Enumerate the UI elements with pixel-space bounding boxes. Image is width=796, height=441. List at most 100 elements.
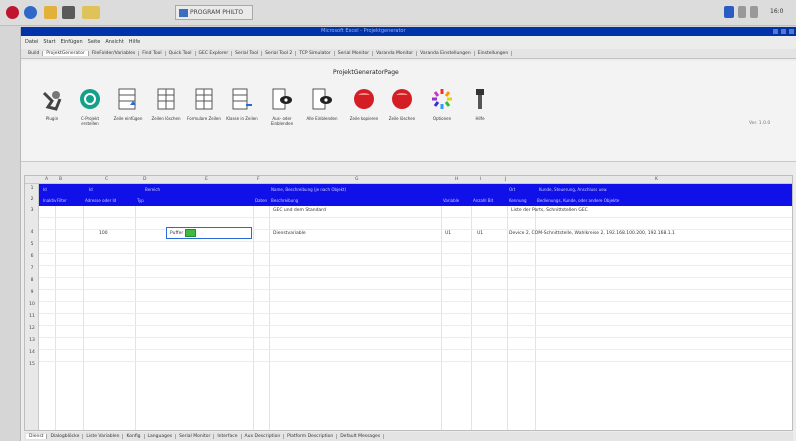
optionen-button[interactable]: Optionen xyxy=(425,87,459,135)
plugin-button[interactable]: Plugin xyxy=(35,87,69,135)
browser-icon[interactable] xyxy=(24,6,37,19)
column-letter[interactable]: F xyxy=(257,177,260,182)
column-letter[interactable]: K xyxy=(655,177,658,182)
sheet-tab-platform-description[interactable]: Platform Description xyxy=(284,434,338,439)
sheet-tab-interface[interactable]: Interface xyxy=(214,434,242,439)
spreadsheet-grid[interactable]: A B C D E F G H I J K 1 2 3 4 5 6 7 8 9 … xyxy=(24,175,793,431)
volume-icon[interactable] xyxy=(750,6,758,18)
menu-datei[interactable]: Datei xyxy=(25,39,38,45)
tab-projektgenerator[interactable]: ProjektGenerator xyxy=(43,51,89,56)
header-cell[interactable]: Bedienungs, Kunde, oder andere Objekte xyxy=(537,198,619,203)
aus-einblenden-button[interactable]: Aus- oder Einblenden xyxy=(265,87,299,135)
klasse-in-zeilen-button[interactable]: Klasse in Zeilen xyxy=(225,87,259,135)
tab-tcp-simulator[interactable]: TCP Simulator xyxy=(296,51,335,56)
cell-kennung[interactable]: Liste der Ports, Schnittstellen GEC xyxy=(511,208,588,213)
row-number[interactable]: 6 xyxy=(25,254,39,259)
sheet-tab-dialogbloecke[interactable]: Dialogblöcke xyxy=(47,434,84,439)
cell-beschreibung[interactable]: GEC und dem Standard xyxy=(273,208,326,213)
header-cell[interactable]: Kennung xyxy=(509,198,527,203)
active-cell-typ[interactable]: Puffer xyxy=(166,227,252,239)
sheet-tab-konfig[interactable]: Konfig xyxy=(123,434,145,439)
bluetooth-icon[interactable] xyxy=(724,6,734,18)
header-cell[interactable]: Anzahl Bit xyxy=(473,198,493,203)
terminal-icon[interactable] xyxy=(62,6,75,19)
header-cell[interactable]: Variable xyxy=(443,198,459,203)
header-cell[interactable]: Kunde, Steuerung, Anschluss usw. xyxy=(539,187,607,192)
row-number[interactable]: 8 xyxy=(25,278,39,283)
menu-ansicht[interactable]: Ansicht xyxy=(105,39,123,45)
cell-beschreibung[interactable]: Dienstvariable xyxy=(273,231,306,236)
sheet-tab-serial-monitor[interactable]: Serial Monitor xyxy=(176,434,215,439)
header-cell[interactable]: Adresse oder Id xyxy=(85,198,116,203)
cell-kennung[interactable]: Device 2, COM-Schnittstelle, Wahlkreise … xyxy=(509,231,675,236)
tab-build[interactable]: Build xyxy=(25,51,44,56)
c-projekt-erstellen-button[interactable]: C-Projekt erstellen xyxy=(73,87,107,135)
sheet-tab-liste-variablen[interactable]: Liste Variablen xyxy=(83,434,124,439)
sheet-tab-default-messages[interactable]: Default Messages xyxy=(337,434,385,439)
row-number[interactable]: 15 xyxy=(25,362,39,367)
formulare-zeilen-button[interactable]: Formulare Zeilen xyxy=(187,87,221,135)
tab-serial-tool[interactable]: Serial Tool xyxy=(232,51,263,56)
taskbar-window-button[interactable]: PROGRAM PHILTO xyxy=(175,5,253,20)
row-number[interactable]: 2 xyxy=(25,197,39,202)
column-letter[interactable]: I xyxy=(480,177,481,182)
maximize-button[interactable] xyxy=(781,29,786,34)
row-number[interactable]: 4 xyxy=(25,230,39,235)
header-cell[interactable]: Bereich xyxy=(145,187,160,192)
row-number[interactable]: 11 xyxy=(25,314,39,319)
header-cell[interactable]: Id xyxy=(43,187,47,192)
column-letter[interactable]: G xyxy=(355,177,359,182)
row-number[interactable]: 3 xyxy=(25,208,39,213)
header-cell[interactable]: Ort xyxy=(509,187,515,192)
cell-adresse[interactable]: 100 xyxy=(99,231,108,236)
header-cell[interactable]: Inaktiv xyxy=(43,198,57,203)
zeile-kopieren-button[interactable]: Zeile kopieren xyxy=(347,87,381,135)
header-cell[interactable]: Typ xyxy=(137,198,144,203)
zeile-einfuegen-button[interactable]: Zeile einfügen xyxy=(111,87,145,135)
tab-serial-tool-2[interactable]: Serial Tool 2 xyxy=(262,51,297,56)
file-manager-icon[interactable] xyxy=(44,6,57,19)
header-cell[interactable]: Id xyxy=(89,187,93,192)
sheet-tab-dienst[interactable]: Dienst xyxy=(26,434,48,439)
network-icon[interactable] xyxy=(738,6,746,18)
tab-einstellungen[interactable]: Einstellungen xyxy=(475,51,513,56)
row-number[interactable]: 10 xyxy=(25,302,39,307)
column-letter[interactable]: A xyxy=(45,177,48,182)
minimize-button[interactable] xyxy=(773,29,778,34)
zeilen-loeschen-button[interactable]: Zeilen löschen xyxy=(149,87,183,135)
row-number[interactable]: 14 xyxy=(25,350,39,355)
column-letter[interactable]: J xyxy=(505,177,506,182)
tab-filefolder[interactable]: FileFolder/Variables xyxy=(89,51,140,56)
column-letter[interactable]: C xyxy=(105,177,108,182)
tab-quick-tool[interactable]: Quick Tool xyxy=(166,51,196,56)
tab-find-tool[interactable]: Find Tool xyxy=(139,51,166,56)
menu-hilfe[interactable]: Hilfe xyxy=(129,39,140,45)
tab-varanda-einstellungen[interactable]: Varanda Einstellungen xyxy=(417,51,475,56)
header-cell[interactable]: Daten xyxy=(255,198,267,203)
column-letter[interactable]: E xyxy=(205,177,208,182)
cell-variable[interactable]: U1 xyxy=(445,231,451,236)
sheet-tab-aux-description[interactable]: Aux Description xyxy=(242,434,285,439)
menu-einfuegen[interactable]: Einfügen xyxy=(61,39,83,45)
row-number[interactable]: 7 xyxy=(25,266,39,271)
header-cell[interactable]: Name, Beschreibung (je nach Objekt) xyxy=(271,187,346,192)
row-number[interactable]: 1 xyxy=(25,186,39,191)
row-number[interactable]: 5 xyxy=(25,242,39,247)
header-cell[interactable]: Beschreibung xyxy=(271,198,298,203)
zeile-loeschen-button[interactable]: Zeile löschen xyxy=(385,87,419,135)
column-letter[interactable]: H xyxy=(455,177,458,182)
row-number[interactable]: 13 xyxy=(25,338,39,343)
alle-einblenden-button[interactable]: Alle Einblenden xyxy=(305,87,339,135)
hilfe-button[interactable]: Hilfe xyxy=(463,87,497,135)
cell-bits[interactable]: U1 xyxy=(477,231,483,236)
folder-icon[interactable] xyxy=(82,6,100,19)
row-number[interactable]: 12 xyxy=(25,326,39,331)
tab-varanda-monitor[interactable]: Varanda Monitor xyxy=(373,51,418,56)
header-cell[interactable]: Filter xyxy=(57,198,67,203)
sheet-tab-languages[interactable]: Languages xyxy=(145,434,177,439)
tab-gec-explorer[interactable]: GEC Explorer xyxy=(196,51,233,56)
close-button[interactable] xyxy=(789,29,794,34)
tab-serial-monitor[interactable]: Serial Monitor xyxy=(335,51,374,56)
menu-start[interactable]: Start xyxy=(43,39,55,45)
column-letter[interactable]: B xyxy=(59,177,62,182)
